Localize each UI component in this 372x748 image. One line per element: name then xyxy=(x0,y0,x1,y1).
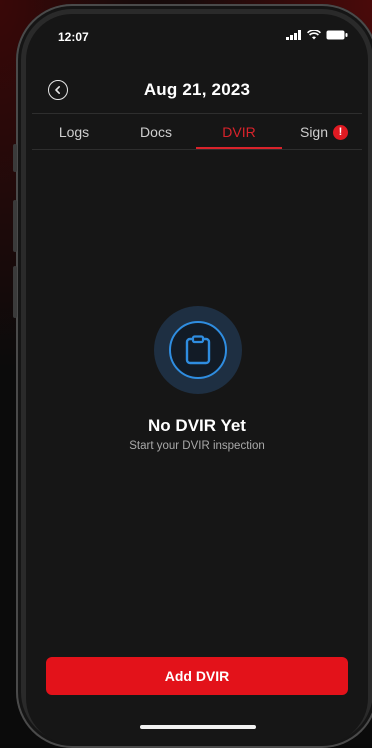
tab-bar: Logs Docs DVIR Sign ! xyxy=(26,114,368,150)
tab-sign[interactable]: Sign ! xyxy=(288,114,360,150)
signal-icon xyxy=(286,30,301,40)
alert-icon: ! xyxy=(333,124,349,140)
add-dvir-button[interactable]: Add DVIR xyxy=(46,657,348,695)
clipboard-icon xyxy=(185,335,211,365)
tab-label: Logs xyxy=(58,124,90,140)
volume-down-button xyxy=(13,266,17,318)
battery-icon xyxy=(326,30,348,40)
empty-state-title: No DVIR Yet xyxy=(148,416,246,435)
tab-label: Docs xyxy=(140,124,172,140)
app-screen: 12:07 Aug 21, 2023 Logs Docs DVIR Sign !… xyxy=(26,14,368,744)
empty-state-ring xyxy=(169,321,227,379)
tab-logs[interactable]: Logs xyxy=(46,114,102,150)
wifi-icon xyxy=(307,30,321,40)
volume-up-button xyxy=(13,200,17,252)
status-bar: 12:07 xyxy=(26,14,368,54)
top-bar: Aug 21, 2023 xyxy=(26,70,368,110)
tab-label: DVIR xyxy=(222,124,256,140)
tab-label: Sign xyxy=(299,124,329,140)
empty-state-illustration xyxy=(154,306,242,394)
tab-docs[interactable]: Docs xyxy=(128,114,184,150)
status-time: 12:07 xyxy=(58,30,89,44)
phone-frame: 12:07 Aug 21, 2023 Logs Docs DVIR Sign !… xyxy=(13,4,372,748)
home-indicator xyxy=(140,725,256,729)
page-title: Aug 21, 2023 xyxy=(143,80,251,99)
mute-switch xyxy=(13,144,17,172)
empty-state-subtitle: Start your DVIR inspection xyxy=(129,440,265,452)
tabs-divider xyxy=(32,149,362,150)
tab-dvir[interactable]: DVIR xyxy=(196,114,282,150)
status-icons xyxy=(286,30,348,40)
